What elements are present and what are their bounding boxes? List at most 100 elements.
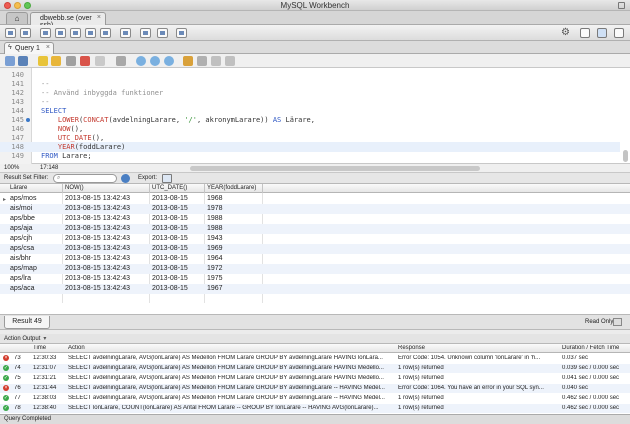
result-grid[interactable]: Lärare NOW() UTC_DATE() YEAR(foddLarare) ▸ a… [0,184,630,314]
table-row[interactable]: ais/moi 2013-08-15 13:42:43 2013-08-15 1978 [0,204,630,214]
table-cell[interactable]: 2013-08-15 [152,225,188,232]
commit-icon[interactable] [136,56,146,66]
table-cell[interactable]: 1988 [207,225,223,232]
refresh-icon[interactable] [121,174,130,183]
table-cell[interactable]: 1967 [207,285,223,292]
column-header[interactable]: YEAR(foddLarare) [207,185,256,191]
output-column-header[interactable]: Duration / Fetch Time [562,345,619,351]
home-tab[interactable]: ⌂ [6,12,28,24]
table-cell[interactable]: 2013-08-15 13:42:43 [65,235,130,242]
query-tab[interactable]: ϟ Query 1 × [4,42,54,54]
table-cell[interactable]: aps/aja [10,225,33,232]
connection-tab[interactable]: dbwebb.se (over ssh) × [30,12,106,29]
fullscreen-icon[interactable] [618,2,625,9]
table-row[interactable]: aps/aja 2013-08-15 13:42:43 2013-08-15 1988 [0,224,630,234]
open-file-icon[interactable] [5,56,15,66]
table-cell[interactable]: aps/bbe [10,215,35,222]
search-table-data-button[interactable] [120,28,131,38]
column-separator[interactable] [62,184,63,193]
table-cell[interactable]: 1964 [207,255,223,262]
output-column-header[interactable]: Time [33,345,46,351]
close-tab-icon[interactable]: × [97,14,101,21]
table-cell[interactable]: 2013-08-15 13:42:43 [65,255,130,262]
editor-horizontal-scrollbar[interactable] [190,166,480,171]
output-row[interactable]: ✓ 75 12:31:21 SELECT avdelningLarare, AVG(l… [0,374,630,383]
table-row[interactable]: aps/lra 2013-08-15 13:42:43 2013-08-15 1975 [0,274,630,284]
create-table-button[interactable] [55,28,66,38]
invisible-chars-icon[interactable] [211,56,221,66]
output-row[interactable]: × 73 12:30:33 SELECT avdelningLarare, AVG(l… [0,354,630,363]
close-query-tab-icon[interactable]: × [46,44,50,51]
table-cell[interactable]: 2013-08-15 13:42:43 [65,205,130,212]
table-cell[interactable]: 2013-08-15 13:42:43 [65,215,130,222]
table-cell[interactable]: 2013-08-15 [152,275,188,282]
table-cell[interactable]: aps/lra [10,275,31,282]
output-column-header[interactable]: Action [68,345,85,351]
column-separator[interactable] [204,184,205,193]
table-cell[interactable]: 2013-08-15 [152,215,188,222]
table-cell[interactable]: 1978 [207,205,223,212]
table-row[interactable]: aps/csa 2013-08-15 13:42:43 2013-08-15 1969 [0,244,630,254]
column-header[interactable]: UTC_DATE() [152,185,187,191]
stop-icon[interactable] [80,56,90,66]
output-column-header[interactable]: Response [398,345,425,351]
table-cell[interactable]: 1975 [207,275,223,282]
inspector-button[interactable] [157,28,168,38]
toggle-sidebar-button[interactable] [580,28,590,38]
column-header[interactable]: Lärare [10,185,27,191]
output-row[interactable]: ✓ 74 12:31:07 SELECT avdelningLarare, AVG(l… [0,364,630,373]
execute-icon[interactable] [38,56,48,66]
table-cell[interactable]: aps/map [10,265,37,272]
table-cell[interactable]: 2013-08-15 13:42:43 [65,195,130,202]
export-icon[interactable] [162,174,172,183]
toggle-secondary-sidebar-button[interactable] [614,28,624,38]
create-function-button[interactable] [100,28,111,38]
create-view-button[interactable] [70,28,81,38]
table-cell[interactable]: 2013-08-15 [152,205,188,212]
table-cell[interactable]: aps/mos [10,195,36,202]
column-separator[interactable] [149,184,150,193]
table-cell[interactable]: ais/bhr [10,255,31,262]
open-sql-script-button[interactable] [20,28,31,38]
table-row[interactable]: ais/bhr 2013-08-15 13:42:43 2013-08-15 1964 [0,254,630,264]
table-cell[interactable]: 1988 [207,215,223,222]
table-row[interactable]: aps/map 2013-08-15 13:42:43 2013-08-15 1972 [0,264,630,274]
table-row[interactable]: aps/bbe 2013-08-15 13:42:43 2013-08-15 1988 [0,214,630,224]
table-cell[interactable]: aps/cjh [10,235,32,242]
save-icon[interactable] [18,56,28,66]
table-cell[interactable]: 2013-08-15 13:42:43 [65,285,130,292]
table-cell[interactable]: 2013-08-15 13:42:43 [65,245,130,252]
table-cell[interactable]: 2013-08-15 [152,195,188,202]
table-cell[interactable]: 2013-08-15 13:42:43 [65,225,130,232]
table-cell[interactable]: 2013-08-15 13:42:43 [65,275,130,282]
table-cell[interactable]: 2013-08-15 [152,265,188,272]
new-sql-tab-button[interactable] [5,28,16,38]
autocommit-icon[interactable] [164,56,174,66]
execute-statement-icon[interactable] [51,56,61,66]
table-cell[interactable]: 2013-08-15 [152,235,188,242]
output-row[interactable]: ✓ 78 12:38:40 SELECT lonLarare, COUNT(lonLa… [0,404,630,413]
table-cell[interactable]: 2013-08-15 13:42:43 [65,265,130,272]
table-cell[interactable]: 1969 [207,245,223,252]
action-output-grid[interactable]: Time Action Response Duration / Fetch Time … [0,344,630,414]
result-filter-input[interactable]: ⌕ [53,174,117,183]
limit-rows-icon[interactable] [116,56,126,66]
code-line[interactable]: 149 FROM Larare; [0,151,620,161]
toggle-output-button[interactable] [597,28,607,38]
output-row[interactable]: × 76 12:31:44 SELECT avdelningLarare, AVG(l… [0,384,630,393]
table-row[interactable]: aps/cjh 2013-08-15 13:42:43 2013-08-15 1943 [0,234,630,244]
table-inspector-button[interactable] [176,28,187,38]
word-wrap-icon[interactable] [225,56,235,66]
table-cell[interactable]: 2013-08-15 [152,245,188,252]
table-cell[interactable]: 1943 [207,235,223,242]
table-cell[interactable]: aps/aca [10,285,35,292]
table-cell[interactable]: ais/moi [10,205,32,212]
table-row[interactable]: ▸ aps/mos 2013-08-15 13:42:43 2013-08-15 196… [0,194,630,204]
table-cell[interactable]: 1968 [207,195,223,202]
create-schema-button[interactable] [40,28,51,38]
table-cell[interactable]: 2013-08-15 [152,285,188,292]
toggle-continue-on-error-icon[interactable] [95,56,105,66]
table-row[interactable]: aps/aca 2013-08-15 13:42:43 2013-08-15 1967 [0,284,630,294]
rollback-icon[interactable] [150,56,160,66]
table-cell[interactable]: aps/csa [10,245,34,252]
